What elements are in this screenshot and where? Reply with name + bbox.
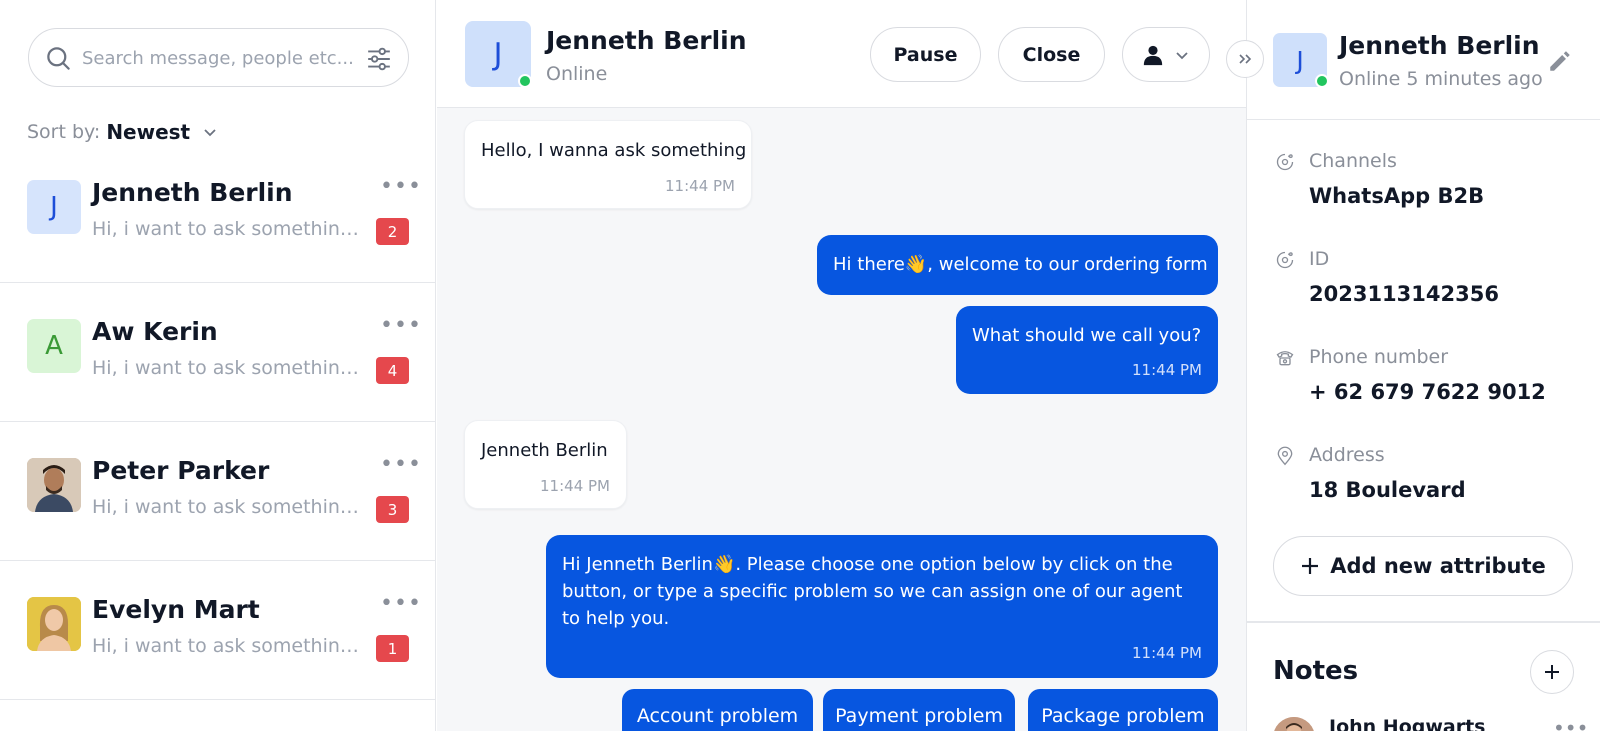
chat-panel: J Jenneth Berlin Online Pause Close Hell… <box>437 0 1246 731</box>
sort-label: Sort by: <box>27 121 101 143</box>
conversation-item[interactable]: Evelyn Mart Hi, i want to ask something … <box>0 561 436 700</box>
pencil-icon[interactable] <box>1547 48 1573 74</box>
message-time: 11:44 PM <box>540 477 610 495</box>
add-attribute-label: Add new attribute <box>1330 554 1546 578</box>
attribute-value: WhatsApp B2B <box>1309 184 1485 208</box>
message-text: Hi Jenneth Berlin👋. Please choose one op… <box>562 554 1183 629</box>
conversation-preview: Hi, i want to ask something t... <box>92 218 360 240</box>
conversation-preview: Hi, i want to ask something t... <box>92 635 360 657</box>
note-author-name: John Hogwarts <box>1329 716 1486 731</box>
online-indicator <box>1315 74 1329 88</box>
search-input[interactable] <box>82 41 352 75</box>
sort-value: Newest <box>106 120 191 144</box>
message-bubble-outgoing: Hi Jenneth Berlin👋. Please choose one op… <box>546 535 1218 678</box>
message-time: 11:44 PM <box>665 177 735 195</box>
conversation-preview: Hi, i want to ask something t... <box>92 496 360 518</box>
plus-icon <box>1545 665 1559 679</box>
more-options-icon[interactable]: ••• <box>380 315 422 337</box>
pause-button[interactable]: Pause <box>870 27 981 82</box>
message-time: 11:44 PM <box>1132 361 1202 379</box>
message-bubble-outgoing: What should we call you? 11:44 PM <box>956 306 1218 394</box>
phone-icon <box>1276 351 1294 366</box>
profile-name: Jenneth Berlin <box>1339 31 1540 60</box>
conversation-name: Aw Kerin <box>92 317 218 346</box>
message-text: Hi there👋, welcome to our ordering form <box>833 254 1208 275</box>
filter-icon[interactable] <box>366 46 392 72</box>
more-options-icon[interactable]: ••• <box>1553 716 1588 731</box>
quick-reply-button[interactable]: Package problem <box>1028 689 1218 731</box>
note-author-avatar <box>1273 717 1315 731</box>
double-chevron-right-icon <box>1239 54 1252 64</box>
contact-name: Jenneth Berlin <box>546 26 747 55</box>
conversation-name: Evelyn Mart <box>92 595 260 624</box>
attribute-value: + 62 679 7622 9012 <box>1309 380 1546 404</box>
collapse-panel-button[interactable] <box>1226 40 1264 78</box>
plus-icon <box>1302 558 1319 574</box>
location-icon <box>1277 446 1293 466</box>
avatar-initial: J <box>493 36 503 72</box>
message-bubble-incoming: Jenneth Berlin 11:44 PM <box>464 420 627 509</box>
quick-reply-button[interactable]: Account problem <box>622 689 813 731</box>
avatar-photo <box>27 458 81 512</box>
attribute-label: ID <box>1309 248 1330 270</box>
notes-heading: Notes <box>1273 656 1359 686</box>
attribute-value: 18 Boulevard <box>1309 478 1466 502</box>
avatar: J <box>27 180 81 234</box>
avatar-initial: A <box>45 331 63 361</box>
attribute-label: Address <box>1309 444 1385 466</box>
unread-badge: 4 <box>376 357 409 384</box>
unread-badge: 2 <box>376 218 409 245</box>
message-text: Hello, I wanna ask something <box>481 140 747 161</box>
conversation-preview: Hi, i want to ask something t... <box>92 357 360 379</box>
message-bubble-incoming: Hello, I wanna ask something 11:44 PM <box>464 120 752 209</box>
divider <box>1247 621 1600 623</box>
avatar-initial: J <box>50 192 58 222</box>
more-options-icon[interactable]: ••• <box>380 454 422 476</box>
add-attribute-button[interactable]: Add new attribute <box>1273 536 1573 596</box>
message-text: What should we call you? <box>972 325 1202 346</box>
message-bubble-outgoing: Hi there👋, welcome to our ordering form <box>817 235 1218 295</box>
id-icon <box>1276 251 1294 269</box>
user-icon <box>1143 45 1163 65</box>
attribute-label: Phone number <box>1309 346 1449 368</box>
message-text: Jenneth Berlin <box>481 440 608 461</box>
profile-header: J Jenneth Berlin Online 5 minutes ago <box>1247 0 1600 120</box>
avatar-photo <box>27 597 81 651</box>
chevron-down-icon <box>1176 51 1188 59</box>
attribute-label: Channels <box>1309 150 1397 172</box>
close-button[interactable]: Close <box>998 27 1105 82</box>
message-time: 11:44 PM <box>1132 644 1202 662</box>
search-icon <box>47 47 70 70</box>
search-box[interactable] <box>28 28 409 87</box>
conversation-name: Peter Parker <box>92 456 270 485</box>
unread-badge: 3 <box>376 496 409 523</box>
online-indicator <box>518 74 532 88</box>
add-note-button[interactable] <box>1530 650 1574 694</box>
conversation-item[interactable]: Peter Parker Hi, i want to ask something… <box>0 422 436 561</box>
attribute-value: 2023113142356 <box>1309 282 1499 306</box>
unread-badge: 1 <box>376 635 409 662</box>
conversation-item[interactable]: A Aw Kerin Hi, i want to ask something t… <box>0 283 436 422</box>
chevron-down-icon <box>204 129 216 137</box>
avatar: A <box>27 319 81 373</box>
quick-reply-button[interactable]: Payment problem <box>823 689 1015 731</box>
profile-status: Online 5 minutes ago <box>1339 68 1543 90</box>
sort-dropdown[interactable]: Sort by: Newest <box>27 119 218 145</box>
conversation-item[interactable]: J Jenneth Berlin Hi, i want to ask somet… <box>0 144 436 283</box>
contact-status: Online <box>546 63 608 85</box>
assign-agent-dropdown[interactable] <box>1122 27 1210 82</box>
conversation-list-panel: Sort by: Newest J Jenneth Berlin Hi, i w… <box>0 0 436 731</box>
conversation-name: Jenneth Berlin <box>92 178 293 207</box>
more-options-icon[interactable]: ••• <box>380 593 422 615</box>
contact-details-panel: J Jenneth Berlin Online 5 minutes ago Ch… <box>1246 0 1600 731</box>
more-options-icon[interactable]: ••• <box>380 176 422 198</box>
chat-header: J Jenneth Berlin Online Pause Close <box>437 0 1246 108</box>
channels-icon <box>1276 153 1294 171</box>
avatar-initial: J <box>1296 45 1304 75</box>
